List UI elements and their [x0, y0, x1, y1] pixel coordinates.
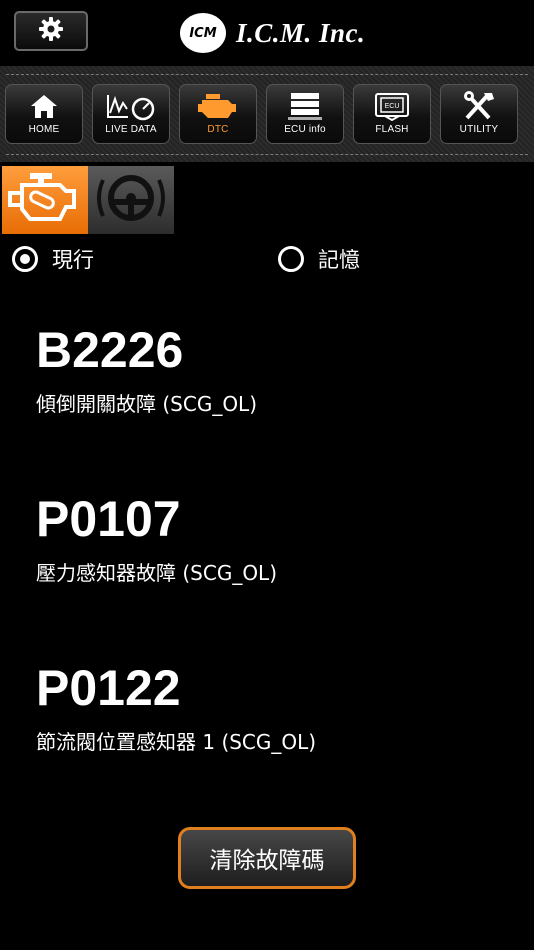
dtc-code: P0122	[36, 660, 181, 716]
nav-ecu-info-button[interactable]: ECU info	[266, 84, 344, 144]
nav-flash-label: FLASH	[375, 124, 409, 135]
current-dtc-radio[interactable]: 現行	[12, 244, 94, 274]
ecu-info-icon	[288, 89, 322, 123]
dtc-description: 壓力感知器故障 (SCG_OL)	[36, 561, 278, 585]
settings-button[interactable]	[14, 11, 88, 51]
nav-ecu-info-label: ECU info	[284, 124, 326, 135]
radio-checked-icon	[12, 246, 38, 272]
svg-text:ECU: ECU	[385, 103, 400, 110]
nav-home-button[interactable]: HOME	[5, 84, 83, 144]
chassis-dtc-tab[interactable]	[88, 166, 174, 234]
ecu-flash-icon: ECU	[373, 89, 411, 123]
dtc-list-item: P0122 節流閥位置感知器 1 (SCG_OL)	[36, 660, 316, 755]
brand-name: I.C.M. Inc.	[236, 17, 366, 48]
live-data-gauge-icon	[106, 89, 156, 123]
tools-icon	[462, 89, 496, 123]
main-navigation: HOME LIVE DATA DTC ECU info ECU FLASH UT…	[0, 66, 534, 162]
engine-warning-icon	[8, 169, 82, 231]
home-icon	[29, 89, 59, 123]
clear-dtc-button[interactable]: 清除故障碼	[178, 827, 356, 889]
brand: ICM I.C.M. Inc.	[180, 12, 365, 54]
dtc-list-item: B2226 傾倒開關故障 (SCG_OL)	[36, 322, 257, 417]
dtc-code: P0107	[36, 491, 181, 547]
nav-divider-top	[6, 74, 528, 75]
nav-dtc-button[interactable]: DTC	[179, 84, 257, 144]
dtc-description: 傾倒開關故障 (SCG_OL)	[36, 392, 258, 416]
nav-home-label: HOME	[28, 124, 60, 135]
nav-divider-bottom	[6, 154, 528, 155]
engine-dtc-tab[interactable]	[2, 166, 88, 234]
app-header: ICM I.C.M. Inc.	[0, 0, 534, 66]
dtc-description: 節流閥位置感知器 1 (SCG_OL)	[36, 730, 317, 754]
nav-dtc-label: DTC	[207, 124, 229, 135]
steering-wheel-warning-icon	[93, 170, 169, 230]
gear-icon	[38, 16, 64, 46]
memory-dtc-radio[interactable]: 記憶	[278, 244, 360, 274]
dtc-list-item: P0107 壓力感知器故障 (SCG_OL)	[36, 491, 277, 586]
dtc-code: B2226	[36, 322, 184, 378]
nav-flash-button[interactable]: ECU FLASH	[353, 84, 431, 144]
engine-check-icon	[198, 89, 238, 123]
radio-unchecked-icon	[278, 246, 304, 272]
nav-live-data-label: LIVE DATA	[105, 124, 157, 135]
current-dtc-label: 現行	[52, 248, 94, 272]
memory-dtc-label: 記憶	[318, 248, 360, 272]
nav-utility-button[interactable]: UTILITY	[440, 84, 518, 144]
nav-live-data-button[interactable]: LIVE DATA	[92, 84, 170, 144]
nav-utility-label: UTILITY	[459, 124, 499, 135]
brand-logo: ICM	[180, 13, 226, 53]
